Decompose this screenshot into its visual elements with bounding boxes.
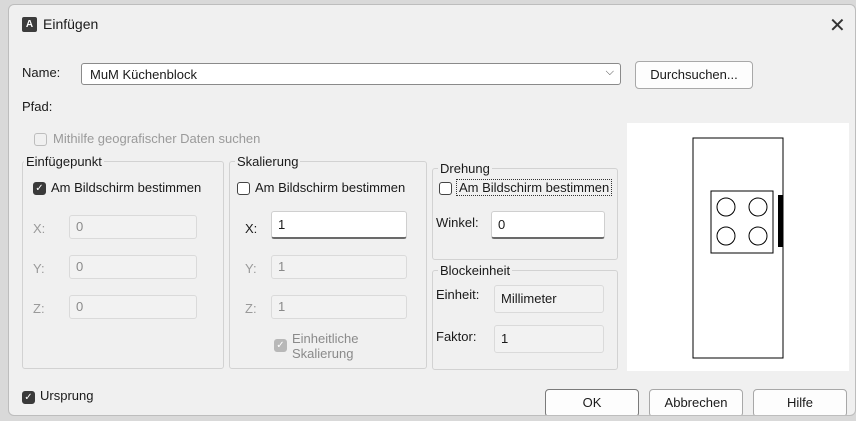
dialog-title: Einfügen xyxy=(43,16,99,32)
scaling-z-input[interactable]: 1 xyxy=(271,295,407,319)
close-icon[interactable]: ✕ xyxy=(829,13,846,38)
uniform-scale-checkbox[interactable]: ✓ xyxy=(274,339,287,352)
origin-label: Ursprung xyxy=(40,388,94,403)
insert-dialog: A Einfügen ✕ Name: MuM Küchenblock ⌵ Dur… xyxy=(8,4,856,416)
insertion-y-input[interactable]: 0 xyxy=(69,255,197,279)
insertion-y-label: Y: xyxy=(33,261,45,276)
unit-label: Einheit: xyxy=(436,287,480,302)
name-label: Name: xyxy=(22,65,61,80)
rotation-title: Drehung xyxy=(438,161,492,176)
angle-label: Winkel: xyxy=(436,215,479,230)
geo-data-label: Mithilfe geografischer Daten suchen xyxy=(53,131,261,146)
block-unit-title: Blockeinheit xyxy=(438,263,513,278)
name-combobox[interactable]: MuM Küchenblock ⌵ xyxy=(81,63,621,85)
scaling-onscreen-label: Am Bildschirm bestimmen xyxy=(255,180,406,195)
scaling-onscreen-checkbox[interactable] xyxy=(237,182,250,195)
insertion-x-input[interactable]: 0 xyxy=(69,215,197,239)
insertion-z-input[interactable]: 0 xyxy=(69,295,197,319)
name-value: MuM Küchenblock xyxy=(90,67,197,82)
kitchen-block-preview-icon xyxy=(692,137,784,359)
scaling-y-label: Y: xyxy=(245,261,257,276)
help-button[interactable]: Hilfe xyxy=(753,389,847,415)
scaling-x-label: X: xyxy=(245,221,258,236)
browse-button[interactable]: Durchsuchen... xyxy=(635,61,753,89)
scaling-y-input[interactable]: 1 xyxy=(271,255,407,279)
unit-value: Millimeter xyxy=(494,285,604,313)
path-label: Pfad: xyxy=(22,99,53,114)
insertion-z-label: Z: xyxy=(33,301,45,316)
factor-value: 1 xyxy=(494,325,604,353)
origin-checkbox[interactable]: ✓ xyxy=(22,391,35,404)
cancel-button[interactable]: Abbrechen xyxy=(649,389,743,415)
ok-button[interactable]: OK xyxy=(545,389,639,415)
block-preview xyxy=(627,123,849,371)
scaling-z-label: Z: xyxy=(245,301,257,316)
autocad-icon: A xyxy=(22,17,37,32)
insertion-onscreen-label: Am Bildschirm bestimmen xyxy=(51,180,202,195)
insertion-onscreen-checkbox[interactable]: ✓ xyxy=(33,182,46,195)
rotation-onscreen-label: Am Bildschirm bestimmen xyxy=(456,179,613,196)
geo-data-checkbox[interactable] xyxy=(34,133,47,146)
uniform-scale-label: Einheitliche Skalierung xyxy=(292,331,359,361)
rotation-onscreen-checkbox[interactable] xyxy=(439,182,452,195)
scaling-x-input[interactable]: 1 xyxy=(271,211,407,239)
insertion-point-title: Einfügepunkt xyxy=(24,154,104,169)
insertion-x-label: X: xyxy=(33,221,46,236)
factor-label: Faktor: xyxy=(436,329,477,344)
angle-input[interactable]: 0 xyxy=(491,211,605,239)
chevron-down-icon[interactable]: ⌵ xyxy=(606,66,614,79)
scaling-title: Skalierung xyxy=(235,154,301,169)
